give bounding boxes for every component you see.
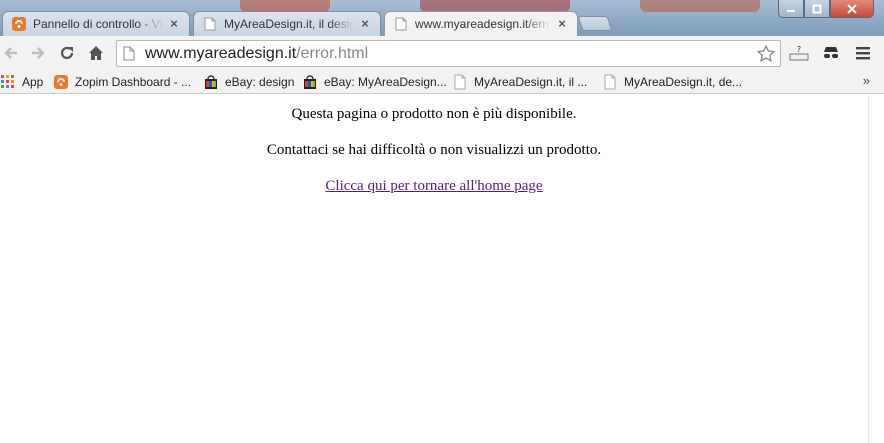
tab-myareadesign[interactable]: MyAreaDesign.it, il design ×	[193, 11, 381, 36]
zopim-icon	[53, 74, 69, 90]
page-edge-strip	[868, 95, 884, 443]
bookmark-myareadesign-il[interactable]: MyAreaDesign.it, il ...	[452, 73, 587, 91]
back-arrow-icon	[4, 47, 17, 59]
tab-error-page[interactable]: www.myareadesign.it/error. ×	[384, 11, 578, 36]
page-icon	[202, 16, 218, 32]
url-path: /error.html	[296, 44, 369, 62]
ebay-bag-icon	[302, 74, 318, 90]
incognito-icon	[824, 47, 838, 58]
tab-label: MyAreaDesign.it, il design	[224, 17, 354, 31]
bookmarks-bar: App Zopim Dashboard - ... eBay: design e…	[0, 70, 884, 94]
forward-arrow-icon	[32, 47, 45, 59]
title-bar-decor	[640, 0, 760, 12]
home-page-link[interactable]: Clicca qui per tornare all'home page	[325, 178, 542, 194]
url-text[interactable]: www.myareadesign.it/error.html	[145, 45, 368, 63]
zopim-icon	[11, 16, 27, 32]
unavailable-message: Questa pagina o prodotto non è più dispo…	[291, 106, 577, 122]
page-icon	[393, 16, 409, 32]
tab-close-icon[interactable]: ×	[358, 17, 372, 31]
apps-grid-icon	[0, 74, 16, 90]
reload-button[interactable]	[56, 42, 78, 64]
reload-icon	[60, 46, 74, 60]
page-content: Questa pagina o prodotto non è più dispo…	[0, 95, 868, 443]
bookmark-star-icon[interactable]	[756, 44, 776, 64]
hamburger-menu-icon	[856, 47, 870, 60]
bookmark-label: MyAreaDesign.it, il ...	[474, 75, 588, 89]
extension-icon: ?	[789, 45, 809, 61]
address-bar[interactable]: www.myareadesign.it/error.html	[116, 40, 781, 67]
page-icon	[452, 74, 468, 90]
close-icon	[847, 3, 857, 14]
home-icon	[89, 46, 103, 60]
bookmark-zopim-dashboard[interactable]: Zopim Dashboard - ...	[53, 73, 191, 91]
home-button[interactable]	[85, 42, 107, 64]
back-button[interactable]	[0, 42, 22, 64]
browser-toolbar: www.myareadesign.it/error.html ?	[0, 36, 884, 70]
contact-message: Contattaci se hai difficoltà o non visua…	[266, 142, 602, 158]
tab-label: www.myareadesign.it/error.	[415, 17, 551, 31]
window-controls	[778, 0, 874, 18]
bookmark-label: eBay: design	[225, 75, 295, 89]
bookmark-label: App	[22, 75, 44, 89]
bookmark-label: eBay: MyAreaDesign...	[324, 75, 447, 89]
extension-button[interactable]: ?	[788, 42, 810, 64]
bookmark-label: Zopim Dashboard - ...	[75, 75, 192, 89]
home-link-paragraph: Clicca qui per tornare all'home page	[0, 177, 868, 195]
forward-button[interactable]	[27, 42, 49, 64]
title-bar: Pannello di controllo - Vis × MyAreaDesi…	[0, 0, 884, 36]
incognito-button[interactable]	[820, 42, 842, 64]
ebay-bag-icon	[203, 74, 219, 90]
url-host: www.myareadesign.it	[145, 44, 297, 62]
bookmark-apps[interactable]: App	[0, 73, 43, 91]
bookmark-ebay-myareadesign[interactable]: eBay: MyAreaDesign...	[302, 73, 447, 91]
page-icon	[123, 46, 135, 61]
bookmark-ebay-design[interactable]: eBay: design	[203, 73, 294, 91]
bookmark-myareadesign-de[interactable]: MyAreaDesign.it, de...	[602, 73, 742, 91]
tab-close-icon[interactable]: ×	[555, 17, 569, 31]
maximize-icon	[812, 4, 822, 13]
minimize-icon	[787, 9, 795, 12]
maximize-button[interactable]	[804, 0, 830, 18]
new-tab-button[interactable]	[577, 16, 613, 31]
page-icon	[602, 74, 618, 90]
minimize-button[interactable]	[778, 0, 804, 18]
svg-text:?: ?	[797, 45, 801, 54]
window-close-button[interactable]	[830, 0, 874, 18]
menu-button[interactable]	[852, 42, 874, 64]
tab-close-icon[interactable]: ×	[167, 17, 181, 31]
tab-pannello-di-controllo[interactable]: Pannello di controllo - Vis ×	[2, 11, 190, 36]
bookmark-label: MyAreaDesign.it, de...	[624, 75, 743, 89]
bookmarks-overflow-chevron-icon[interactable]: »	[863, 73, 870, 88]
tab-label: Pannello di controllo - Vis	[33, 17, 163, 31]
